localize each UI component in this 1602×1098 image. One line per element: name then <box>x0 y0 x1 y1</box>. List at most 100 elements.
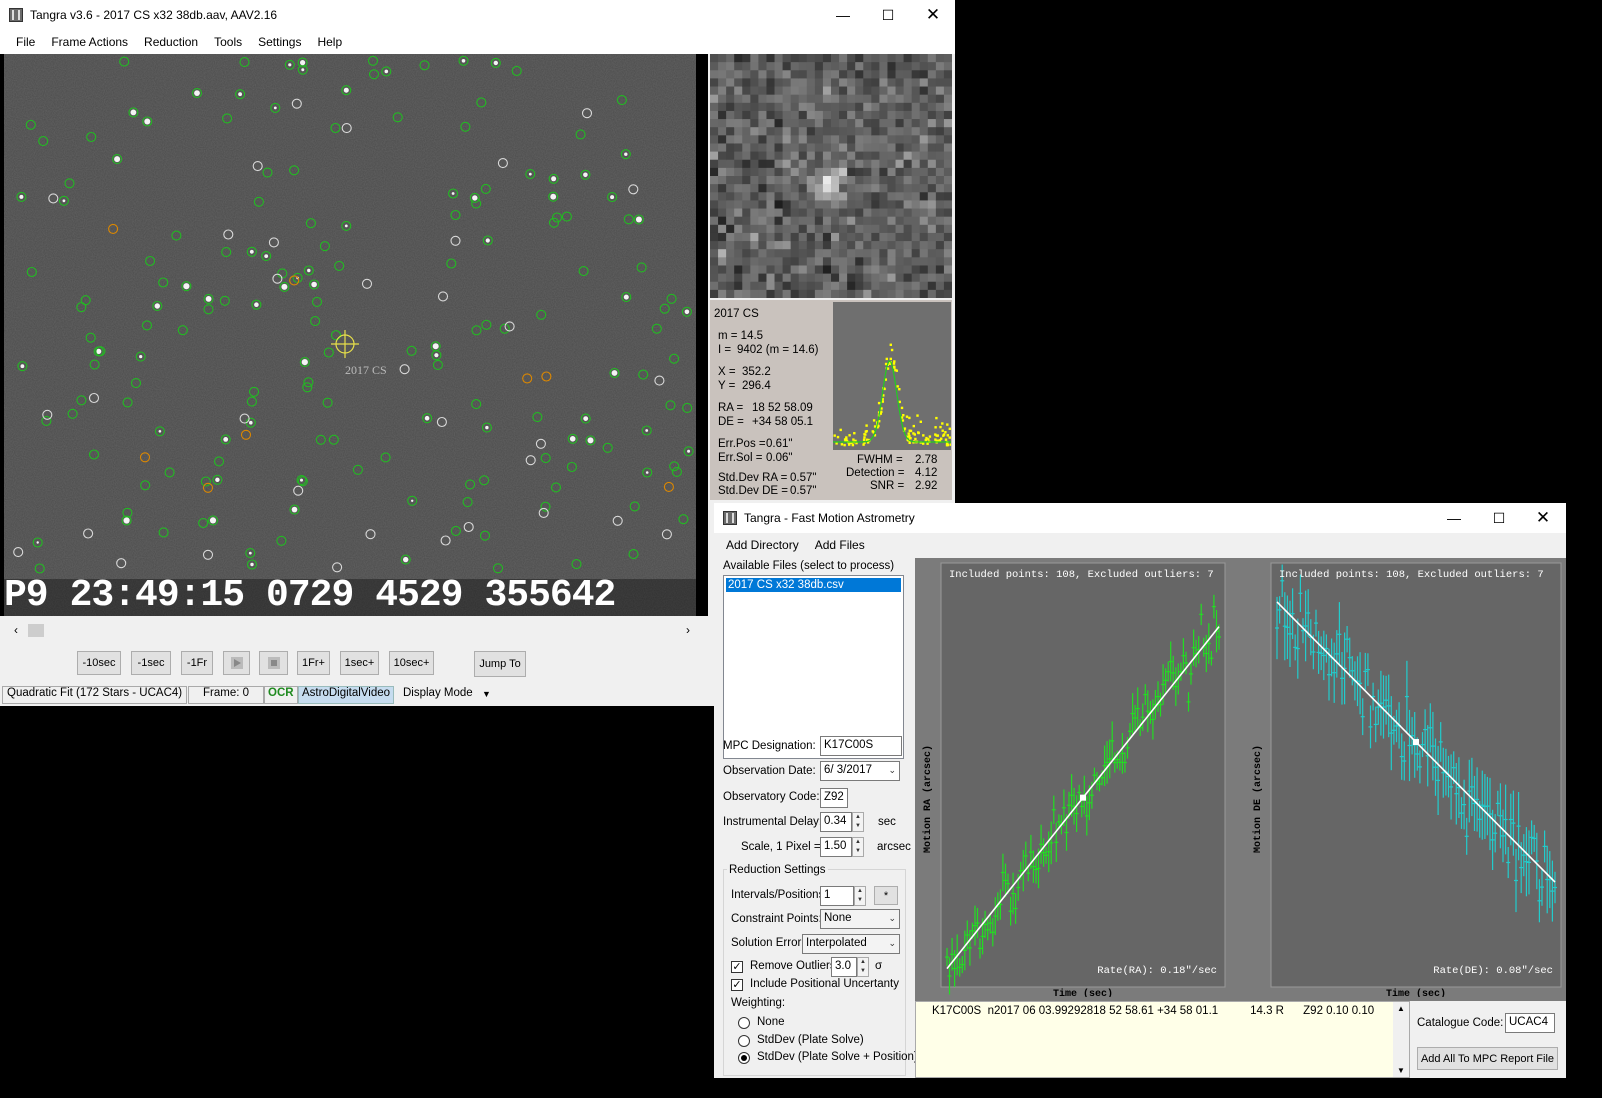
zoom-pixel <box>839 94 848 104</box>
include-uncertainty-label: Include Positional Uncertanty <box>750 978 899 990</box>
main-titlebar[interactable]: Tangra v3.6 - 2017 CS x32 38db.aav, AAV2… <box>0 0 955 30</box>
zoom-pixel <box>911 127 921 136</box>
star-field-image[interactable]: 2017 CS <box>0 54 708 616</box>
weighting-platesolve-radio[interactable] <box>738 1035 750 1047</box>
zoom-pixel <box>919 257 929 267</box>
minimize-icon[interactable]: — <box>820 0 866 30</box>
obj-ra-value: 18 52 58.09 <box>752 402 813 414</box>
zoom-pixel <box>943 273 952 283</box>
play-button[interactable] <box>223 651 250 675</box>
scroll-left-icon[interactable]: ‹ <box>14 623 18 637</box>
menu-settings[interactable]: Settings <box>250 35 309 49</box>
chevron-down-icon[interactable]: ⌄ <box>888 765 896 776</box>
stop-button[interactable] <box>259 651 288 675</box>
zoom-pixel <box>895 70 905 79</box>
file-list-item[interactable]: 2017 CS x32 38db.csv <box>726 578 901 592</box>
outlier-sigma-input[interactable]: 3.0 <box>831 957 857 977</box>
star <box>411 499 414 502</box>
remove-outliers-checkbox[interactable]: ✓ <box>731 961 743 973</box>
scroll-up-icon[interactable]: ▲ <box>1397 1004 1405 1013</box>
minimize-icon[interactable]: — <box>1431 503 1477 533</box>
menu-tools[interactable]: Tools <box>206 35 250 49</box>
add-directory-menu[interactable]: Add Directory <box>714 538 807 552</box>
menu-frame-actions[interactable]: Frame Actions <box>43 35 136 49</box>
scroll-thumb[interactable] <box>28 624 44 637</box>
zoom-pixel <box>943 127 952 136</box>
zoom-pixel <box>895 224 905 234</box>
scroll-down-icon[interactable]: ▼ <box>1397 1066 1405 1075</box>
display-mode-arrow-icon[interactable]: ▼ <box>482 689 491 699</box>
zoom-pixel <box>774 86 784 96</box>
zoom-pixel <box>742 159 751 169</box>
close-icon[interactable]: ✕ <box>1520 503 1566 533</box>
zoom-pixel <box>919 151 929 161</box>
zoom-pixel <box>758 257 768 267</box>
solution-error-select[interactable]: Interpolated ⌄ <box>802 934 900 954</box>
menu-file[interactable]: File <box>0 35 43 49</box>
weighting-none-radio[interactable] <box>738 1017 750 1029</box>
scale-stepper[interactable]: ▲ ▼ <box>852 837 864 857</box>
zoom-pixel <box>903 192 913 201</box>
zoom-pixel <box>863 273 872 283</box>
zoom-pixel <box>927 86 937 96</box>
constraint-points-select[interactable]: None ⌄ <box>820 909 900 929</box>
add-to-mpc-report-button[interactable]: Add All To MPC Report File <box>1417 1047 1558 1070</box>
zoom-pixel <box>806 224 816 234</box>
chevron-down-icon[interactable]: ⌄ <box>888 938 896 949</box>
zoom-pixel <box>710 110 719 120</box>
observation-date-picker[interactable]: 6/ 3/2017 ⌄ <box>820 761 900 781</box>
zoom-pixel <box>806 208 816 218</box>
file-list[interactable]: 2017 CS x32 38db.csv <box>723 575 904 759</box>
zoom-pixel <box>919 241 929 250</box>
zoom-pixel <box>726 232 735 242</box>
zoom-pixel <box>758 135 768 145</box>
zoom-pixel <box>710 86 719 96</box>
intervals-input[interactable]: 1 <box>820 886 854 906</box>
zoom-pixel <box>774 289 784 298</box>
intervals-stepper[interactable]: ▲ ▼ <box>854 886 866 906</box>
profile-point <box>833 434 836 437</box>
include-uncertainty-checkbox[interactable]: ✓ <box>731 979 743 991</box>
chevron-down-icon[interactable]: ⌄ <box>888 913 896 924</box>
display-mode-dropdown[interactable]: Display Mode <box>403 687 473 699</box>
menu-reduction[interactable]: Reduction <box>136 35 206 49</box>
jump-to-button[interactable]: Jump To <box>474 651 526 677</box>
zoom-pixel <box>726 208 735 218</box>
intervals-apply-button[interactable]: * <box>874 886 898 905</box>
minus-1sec-button[interactable]: -1sec <box>131 651 171 675</box>
scale-input[interactable]: 1.50 <box>820 837 852 857</box>
zoom-pixel <box>774 265 784 275</box>
minus-10sec-button[interactable]: -10sec <box>77 651 121 675</box>
maximize-icon[interactable]: ☐ <box>865 0 911 30</box>
add-files-menu[interactable]: Add Files <box>807 538 873 552</box>
zoom-pixel <box>887 273 897 283</box>
outlier-sigma-stepper[interactable]: ▲ ▼ <box>857 957 869 977</box>
result-scrollbar[interactable]: ▲ ▼ <box>1393 1002 1409 1077</box>
zoom-pixel <box>911 119 921 128</box>
observatory-code-input[interactable]: Z92 <box>820 788 848 808</box>
video-frame[interactable]: 2017 CS P9 23:49:15 0729 4529 355642 <box>0 54 708 616</box>
profile-point <box>942 433 946 436</box>
zoom-pixel <box>855 167 864 177</box>
catalogue-code-input[interactable]: UCAC4 <box>1505 1013 1555 1033</box>
scroll-right-icon[interactable]: › <box>686 623 690 637</box>
maximize-icon[interactable]: ☐ <box>1476 503 1522 533</box>
mpc-designation-input[interactable]: K17C00S <box>820 736 902 756</box>
weighting-platesolve-position-radio[interactable] <box>738 1052 750 1064</box>
status-video-format[interactable]: AstroDigitalVideo <box>298 686 395 704</box>
plus-1sec-button[interactable]: 1sec+ <box>340 651 379 675</box>
zoom-pixel <box>887 127 897 136</box>
close-icon[interactable]: ✕ <box>910 0 956 30</box>
profile-point <box>864 430 867 433</box>
zoom-pixel <box>726 224 735 234</box>
minus-1fr-button[interactable]: -1Fr <box>181 651 213 675</box>
instrumental-delay-stepper[interactable]: ▲ ▼ <box>852 812 864 832</box>
plus-1fr-button[interactable]: 1Fr+ <box>297 651 330 675</box>
mpc-result-box[interactable]: K17C00S n2017 06 03.99292818 52 58.61 +3… <box>915 1001 1410 1078</box>
plus-10sec-button[interactable]: 10sec+ <box>389 651 434 675</box>
menu-help[interactable]: Help <box>309 35 350 49</box>
zoom-pixel <box>839 200 848 210</box>
instrumental-delay-input[interactable]: 0.34 <box>820 812 852 832</box>
frame-scrollbar[interactable]: ‹ › <box>10 622 696 640</box>
zoom-pixel <box>935 200 945 210</box>
